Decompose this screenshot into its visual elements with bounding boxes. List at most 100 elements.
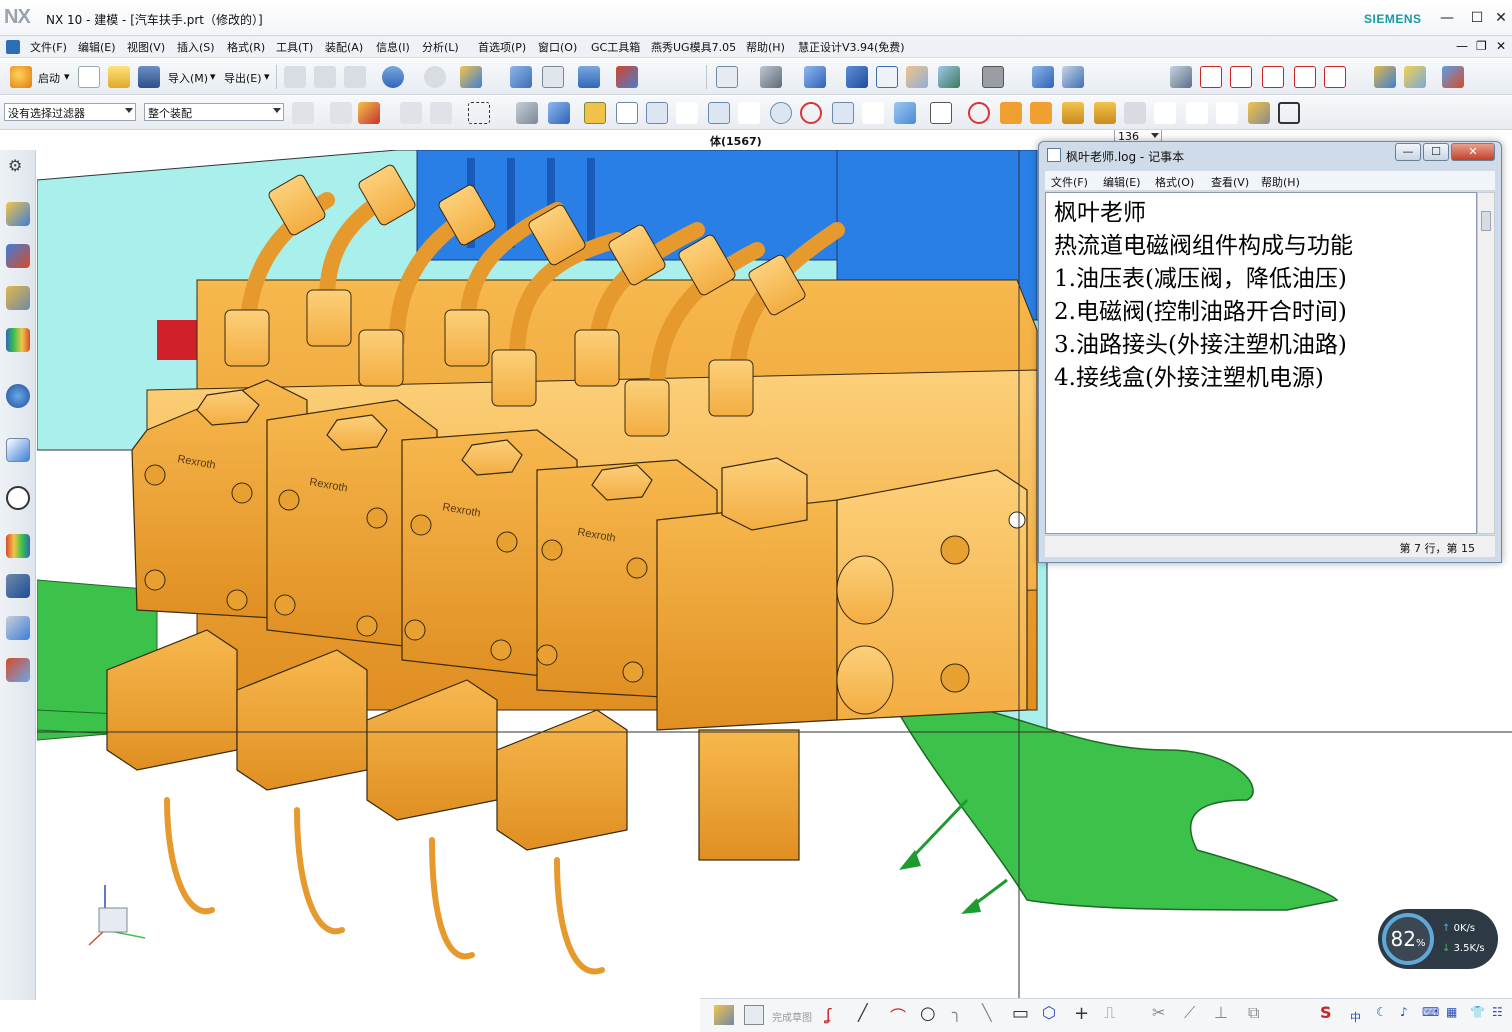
history-icon[interactable] <box>6 438 30 462</box>
notepad-menu-file[interactable]: 文件(F) <box>1051 174 1088 190</box>
redo-icon[interactable] <box>424 66 446 88</box>
offset-curve-icon[interactable]: ⎍ <box>1104 1003 1115 1023</box>
grid-icon[interactable] <box>930 102 952 124</box>
existing-point-icon[interactable] <box>832 102 854 124</box>
wcs-icon[interactable] <box>1200 66 1222 88</box>
corner-icon[interactable]: ⊥ <box>1214 1003 1228 1022</box>
body-select-icon[interactable] <box>516 102 538 124</box>
menu-help[interactable]: 帮助(H) <box>746 39 785 55</box>
polygon-icon[interactable]: ⬡ <box>1042 1003 1056 1022</box>
menu-tools[interactable]: 工具(T) <box>276 39 313 55</box>
toolbox-icon[interactable]: ☷ <box>1492 1005 1503 1019</box>
maximize-button[interactable]: ☐ <box>1466 8 1488 28</box>
reuse-library-icon[interactable] <box>1442 66 1464 88</box>
snap-view-icon[interactable] <box>510 66 532 88</box>
menu-yanxiu-mold[interactable]: 燕秀UG模具7.05 <box>651 39 736 55</box>
selection-scope-combo[interactable]: 整个装配 <box>144 103 284 121</box>
face-icon[interactable] <box>1030 102 1052 124</box>
menu-format[interactable]: 格式(R) <box>227 39 265 55</box>
component-icon[interactable] <box>1248 102 1270 124</box>
type-filter-combo[interactable]: 没有选择过滤器 <box>4 103 136 121</box>
intersection-point-icon[interactable] <box>708 102 730 124</box>
arc-icon[interactable]: ⌒ <box>890 1003 906 1027</box>
skin-icon[interactable]: ▦ <box>1446 1005 1457 1019</box>
start-menu-label[interactable]: 启动 <box>38 70 60 86</box>
notepad-menu-help[interactable]: 帮助(H) <box>1261 174 1300 190</box>
csys-icon[interactable] <box>1230 66 1252 88</box>
sketch-icon[interactable] <box>714 1005 734 1025</box>
menu-file[interactable]: 文件(F) <box>30 39 67 55</box>
export-dropdown-icon[interactable]: ▾ <box>264 70 270 83</box>
trim-icon[interactable]: ✂ <box>1152 1003 1165 1022</box>
arc-center-icon[interactable] <box>738 102 760 124</box>
wireframe-icon[interactable] <box>876 66 898 88</box>
quadrant-point-icon[interactable] <box>800 102 822 124</box>
visual-style-icon[interactable] <box>6 534 30 558</box>
punctuation-icon[interactable]: ☾ <box>1376 1005 1387 1019</box>
control-point-icon[interactable] <box>676 102 698 124</box>
orient-csys-icon[interactable] <box>1324 66 1346 88</box>
menu-view[interactable]: 视图(V) <box>127 39 165 55</box>
menu-edit[interactable]: 编辑(E) <box>78 39 116 55</box>
user-icon[interactable]: 👕 <box>1470 1005 1485 1019</box>
rectangle-select-icon[interactable] <box>468 102 490 124</box>
roles-icon[interactable] <box>6 616 30 640</box>
doc-restore-button[interactable]: ❐ <box>1476 39 1487 53</box>
menu-insert[interactable]: 插入(S) <box>177 39 215 55</box>
voice-icon[interactable]: ♪ <box>1400 1005 1408 1019</box>
open-folder-icon[interactable] <box>108 66 130 88</box>
point-on-curve-icon[interactable] <box>862 102 884 124</box>
render-style-icon[interactable] <box>760 66 782 88</box>
system-visualization-icon[interactable] <box>6 658 30 682</box>
point-icon[interactable]: + <box>1074 1003 1089 1024</box>
minimize-button[interactable]: — <box>1436 8 1458 28</box>
selection-tools-icon[interactable] <box>460 66 482 88</box>
midpoint-snap-icon[interactable] <box>646 102 668 124</box>
reuse-library-icon[interactable] <box>6 328 30 352</box>
gear-icon[interactable]: ⚙ <box>8 156 22 175</box>
fit-window-icon[interactable] <box>542 66 564 88</box>
select-edge-icon[interactable] <box>430 102 452 124</box>
menu-gc-toolbox[interactable]: GC工具箱 <box>591 39 640 55</box>
doc-minimize-button[interactable]: — <box>1456 39 1468 53</box>
mold-wizard-icon[interactable] <box>1404 66 1426 88</box>
circle-icon[interactable]: ○ <box>920 1003 936 1024</box>
close-button[interactable]: ✕ <box>1490 8 1512 28</box>
menu-preferences[interactable]: 首选项(P) <box>478 39 526 55</box>
rectangle-icon[interactable]: ▭ <box>1012 1003 1029 1024</box>
point-on-face-icon[interactable] <box>894 102 916 124</box>
sheet-body-icon[interactable] <box>1062 102 1084 124</box>
menu-huizheng-design[interactable]: 慧正设计V3.94(免费) <box>798 39 905 55</box>
notepad-maximize-button[interactable]: ☐ <box>1423 143 1449 161</box>
extend-icon[interactable]: ⟋ <box>1184 1003 1195 1023</box>
start-icon[interactable] <box>10 66 32 88</box>
move-component-icon[interactable] <box>1032 66 1054 88</box>
clock-icon[interactable] <box>6 486 30 510</box>
analysis-icon[interactable] <box>616 66 638 88</box>
stack-body-icon[interactable] <box>1094 102 1116 124</box>
coordinate-icon[interactable] <box>1216 102 1238 124</box>
background-color-icon[interactable] <box>982 66 1004 88</box>
mold-tool-icon[interactable] <box>1374 66 1396 88</box>
general-selection-icon[interactable] <box>330 102 352 124</box>
solid-body-icon[interactable] <box>548 102 570 124</box>
notepad-minimize-button[interactable]: — <box>1395 143 1421 161</box>
menu-window[interactable]: 窗口(O) <box>538 39 577 55</box>
copy-icon[interactable] <box>314 66 336 88</box>
paste-icon[interactable] <box>344 66 366 88</box>
import-menu[interactable]: 导入(M) <box>168 70 208 86</box>
assembly-constraint-icon[interactable] <box>1062 66 1084 88</box>
endpoint-snap-icon[interactable] <box>616 102 638 124</box>
circle-center-icon[interactable] <box>770 102 792 124</box>
notepad-scrollbar[interactable] <box>1477 192 1495 534</box>
part-navigator-icon[interactable] <box>6 286 30 310</box>
profile-icon[interactable]: ʆ <box>826 1005 831 1024</box>
line-icon[interactable]: ╱ <box>858 1003 868 1022</box>
notepad-menu-edit[interactable]: 编辑(E) <box>1103 174 1141 190</box>
menu-assembly[interactable]: 装配(A) <box>325 39 363 55</box>
process-studio-icon[interactable] <box>6 574 30 598</box>
notepad-text-area[interactable]: 枫叶老师 热流道电磁阀组件构成与功能 1.油压表(减压阀，降低油压) 2.电磁阀(控制… <box>1045 192 1477 534</box>
snap-points-icon[interactable] <box>584 102 606 124</box>
layer-icon[interactable] <box>938 66 960 88</box>
feature-selection-icon[interactable] <box>358 102 380 124</box>
